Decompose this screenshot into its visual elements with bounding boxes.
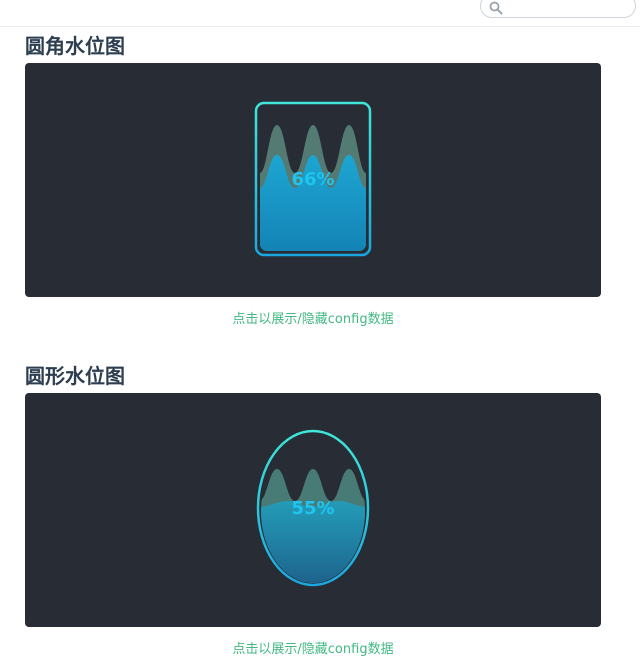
search-icon bbox=[489, 1, 503, 15]
section-title-ellipse: 圆形水位图 bbox=[25, 364, 125, 388]
top-navbar bbox=[0, 0, 640, 27]
search-input[interactable] bbox=[507, 0, 627, 15]
search-box[interactable] bbox=[480, 0, 636, 18]
water-level-demo-ellipse: 55% bbox=[25, 393, 601, 627]
percent-label: 66% bbox=[291, 169, 334, 190]
water-level-demo-round-rect: 66% bbox=[25, 63, 601, 297]
water-level-chart-ellipse: 55% bbox=[256, 429, 370, 587]
water-level-chart-round-rect: 66% bbox=[254, 101, 372, 257]
section-title-round-rect: 圆角水位图 bbox=[25, 34, 125, 58]
toggle-config-link[interactable]: 点击以展示/隐藏config数据 bbox=[25, 641, 601, 659]
toggle-config-link[interactable]: 点击以展示/隐藏config数据 bbox=[25, 311, 601, 329]
percent-label: 55% bbox=[291, 498, 334, 519]
